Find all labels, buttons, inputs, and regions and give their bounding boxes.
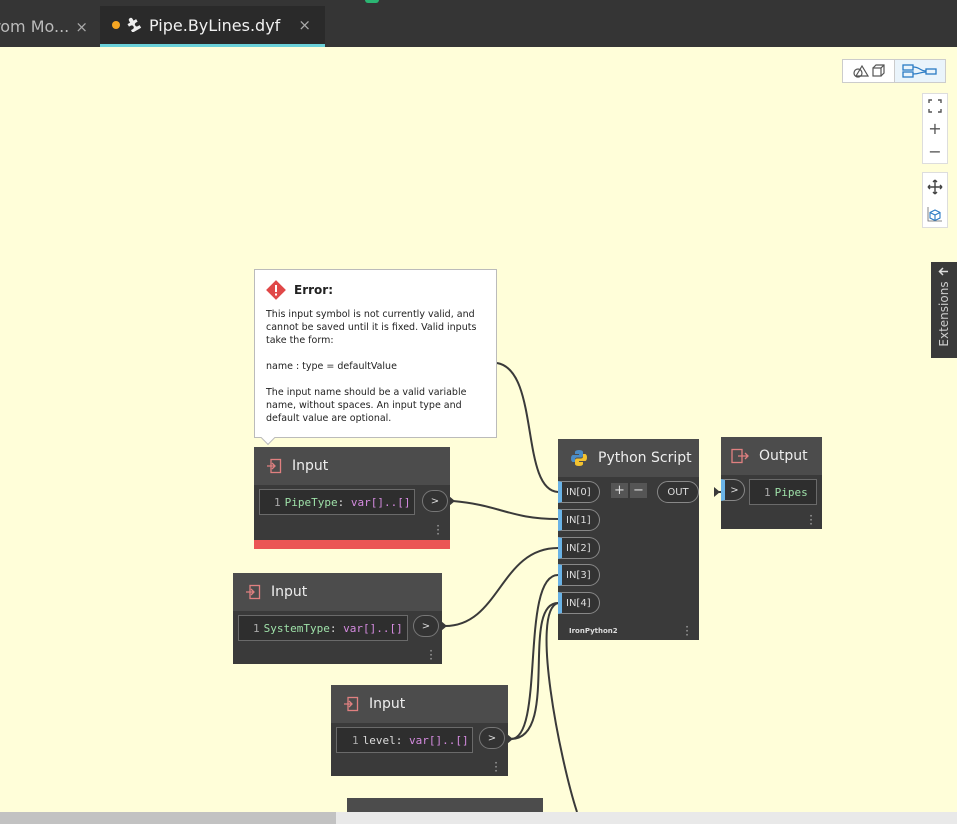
input-node-level[interactable]: Input 1 level: var[]..[] > · · · xyxy=(331,685,508,777)
output-code-editor[interactable]: 1 Pipes xyxy=(749,479,817,505)
geometry-view-button[interactable] xyxy=(843,60,894,82)
input-node-pipetype[interactable]: Input 1 PipeType: var[]..[] > · · · xyxy=(254,447,450,549)
python-icon xyxy=(570,449,588,467)
node-header[interactable]: Python Script xyxy=(558,439,699,477)
node-header[interactable]: Input xyxy=(233,573,442,611)
wire-systemtype-in2 xyxy=(444,547,559,627)
input-node-icon xyxy=(266,458,282,474)
zoom-in-button[interactable]: + xyxy=(923,117,947,140)
input-port-0[interactable]: IN[0] xyxy=(558,481,600,503)
node-menu-icon[interactable]: · · · xyxy=(493,757,499,777)
line-number: 1 xyxy=(764,485,771,499)
arrow-left-icon xyxy=(938,266,949,280)
extensions-label: Extensions xyxy=(937,281,951,347)
navigation-controls xyxy=(922,172,948,228)
input-port-2[interactable]: IN[2] xyxy=(558,537,600,559)
line-number: 1 xyxy=(253,621,260,635)
python-script-node[interactable]: Python Script IN[0] IN[1] IN[2] IN[3] IN… xyxy=(558,439,699,641)
horizontal-scrollbar[interactable] xyxy=(0,812,957,824)
error-icon xyxy=(266,280,286,300)
node-menu-icon[interactable]: · · · xyxy=(428,645,434,665)
line-number: 1 xyxy=(274,495,281,509)
output-port-button[interactable]: > xyxy=(479,727,505,749)
output-port-button[interactable]: > xyxy=(422,490,448,512)
geometry-view-icon xyxy=(853,64,885,78)
error-tooltip: Error: This input symbol is not currentl… xyxy=(254,269,497,446)
wire-level-in4 xyxy=(510,602,559,740)
input-code-editor[interactable]: 1 SystemType: var[]..[] xyxy=(238,615,408,641)
wire-pipetype-in1 xyxy=(452,500,559,520)
node-title: Input xyxy=(369,696,406,712)
fit-to-screen-icon xyxy=(928,98,942,113)
output-node[interactable]: Output > 1 Pipes · · · xyxy=(721,437,822,530)
input-node-icon xyxy=(245,584,261,600)
scrollbar-thumb[interactable] xyxy=(0,812,336,824)
node-title: Input xyxy=(271,584,308,600)
zoom-out-button[interactable]: − xyxy=(923,140,947,163)
orbit-icon xyxy=(927,206,942,221)
output-port-out[interactable]: OUT xyxy=(657,481,699,503)
input-name: SystemType xyxy=(263,621,330,635)
remove-input-button[interactable]: − xyxy=(630,483,647,498)
extensions-panel-toggle[interactable]: Extensions xyxy=(931,262,957,358)
output-input-port[interactable]: > xyxy=(721,479,745,501)
node-title: Python Script xyxy=(598,450,692,466)
input-node-systemtype[interactable]: Input 1 SystemType: var[]..[] > · · · xyxy=(233,573,442,665)
input-type: var[]..[] xyxy=(409,733,469,747)
input-code-editor[interactable]: 1 PipeType: var[]..[] xyxy=(259,489,415,515)
input-port-4[interactable]: IN[4] xyxy=(558,592,600,614)
node-header[interactable]: Input xyxy=(331,685,508,723)
node-header[interactable]: Output xyxy=(721,437,822,475)
error-hint: The input name should be a valid variabl… xyxy=(266,387,467,424)
line-number: 1 xyxy=(352,733,359,747)
orbit-button[interactable] xyxy=(923,200,947,227)
add-input-button[interactable]: + xyxy=(611,483,628,498)
graph-view-icon xyxy=(902,64,937,78)
error-title: Error: xyxy=(294,283,333,297)
node-menu-icon[interactable]: · · · xyxy=(684,621,690,641)
node-title: Output xyxy=(759,448,808,464)
zoom-controls: + − xyxy=(922,93,948,164)
input-type: var[]..[] xyxy=(350,495,411,509)
error-state-bar xyxy=(254,540,450,549)
input-port-1[interactable]: IN[1] xyxy=(558,509,600,531)
wire-tooltip-in0 xyxy=(496,362,559,493)
graph-view-button[interactable] xyxy=(893,60,945,82)
node-menu-icon[interactable]: · · · xyxy=(808,510,814,530)
pan-button[interactable] xyxy=(923,173,947,200)
output-name: Pipes xyxy=(774,485,808,499)
partial-node[interactable] xyxy=(347,798,543,812)
input-name: level xyxy=(362,733,396,747)
error-form-example: name : type = defaultValue xyxy=(266,361,397,372)
node-menu-icon[interactable]: · · · xyxy=(435,520,441,540)
view-toggle xyxy=(842,59,946,83)
input-node-icon xyxy=(343,696,359,712)
output-port-button[interactable]: > xyxy=(413,615,439,637)
input-name: PipeType xyxy=(284,495,338,509)
input-code-editor[interactable]: 1 level: var[]..[] xyxy=(336,727,473,753)
node-header[interactable]: Input xyxy=(254,447,450,485)
node-title: Input xyxy=(292,458,329,474)
error-message: This input symbol is not currently valid… xyxy=(266,309,477,346)
output-node-icon xyxy=(731,448,749,464)
input-port-3[interactable]: IN[3] xyxy=(558,564,600,586)
pan-icon xyxy=(927,179,943,194)
python-engine-label: IronPython2 xyxy=(569,627,618,635)
fit-to-screen-button[interactable] xyxy=(923,94,947,117)
input-type: var[]..[] xyxy=(343,621,403,635)
